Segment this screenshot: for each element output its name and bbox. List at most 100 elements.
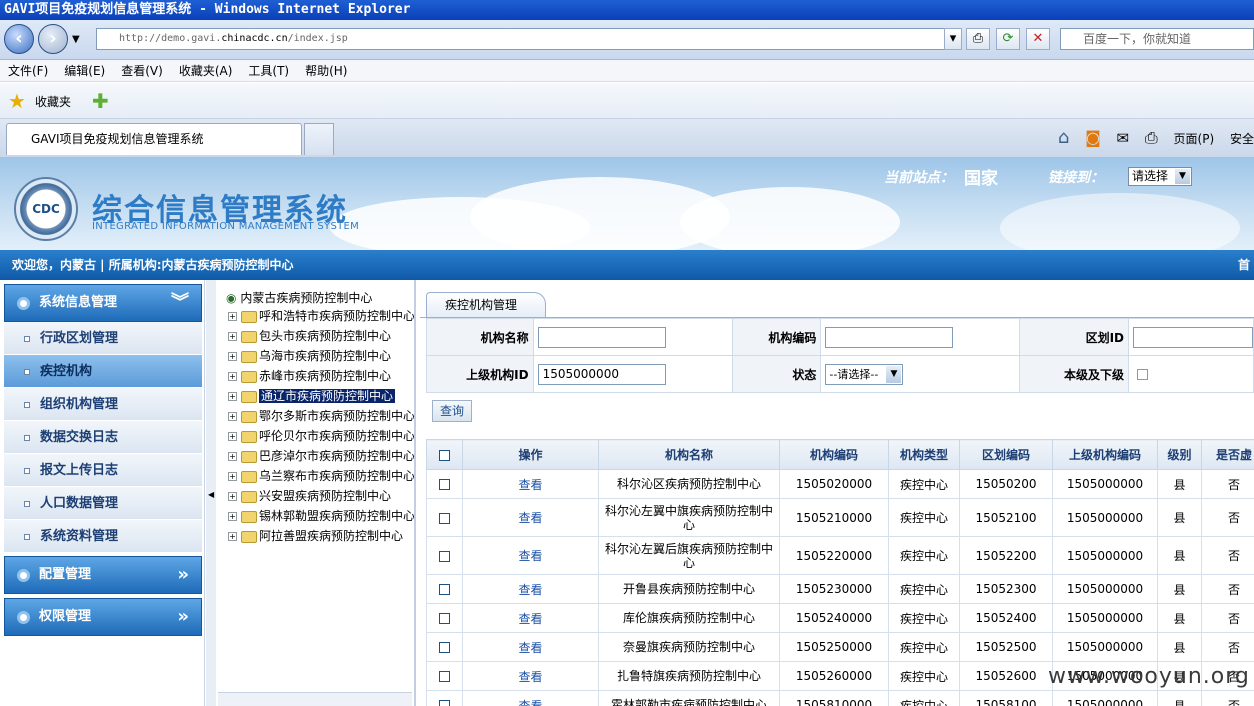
name-label: 机构名称 xyxy=(426,318,534,356)
expand-icon[interactable]: + xyxy=(228,492,237,501)
view-link[interactable]: 查看 xyxy=(518,478,542,492)
region-input[interactable] xyxy=(1133,326,1253,348)
tree-node[interactable]: + 呼和浩特市疾病预防控制中心 xyxy=(228,306,414,326)
system-subtitle: INTEGRATED INFORMATION MANAGEMENT SYSTEM xyxy=(92,221,360,232)
section-system-info[interactable]: 系统信息管理 ︾ xyxy=(4,284,202,322)
new-tab-button[interactable] xyxy=(304,123,334,155)
browser-tab[interactable]: GAVI项目免疫规划信息管理系统 xyxy=(6,123,302,155)
query-button[interactable]: 查询 xyxy=(432,400,472,422)
row-checkbox[interactable] xyxy=(439,550,450,562)
tab-cdc-management[interactable]: 疾控机构管理 xyxy=(426,292,546,318)
row-checkbox[interactable] xyxy=(439,479,450,490)
view-link[interactable]: 查看 xyxy=(518,612,542,626)
menu-file[interactable]: 文件(F) xyxy=(0,60,56,82)
row-checkbox[interactable] xyxy=(439,642,450,653)
cell-level: 县 xyxy=(1157,498,1202,537)
expand-icon[interactable]: + xyxy=(228,452,237,461)
tree-node[interactable]: + 包头市疾病预防控制中心 xyxy=(228,326,391,346)
expand-icon[interactable]: + xyxy=(228,372,237,381)
sidebar-item-region[interactable]: 行政区划管理 xyxy=(4,322,202,355)
row-checkbox[interactable] xyxy=(439,671,450,682)
view-link[interactable]: 查看 xyxy=(518,699,542,706)
back-icon[interactable]: ‹ xyxy=(4,24,34,54)
tree-node[interactable]: + 赤峰市疾病预防控制中心 xyxy=(228,366,391,386)
parent-input[interactable]: 1505000000 xyxy=(537,363,666,385)
sidebar-item-upload-log[interactable]: 报文上传日志 xyxy=(4,454,202,487)
url-dropdown-icon[interactable]: ▾ xyxy=(944,28,962,50)
page-menu[interactable]: 页面(P) xyxy=(1174,130,1215,147)
url-input[interactable]: http://demo.gavi.chinacdc.cn/index.jsp xyxy=(96,28,962,50)
mail-icon[interactable]: ✉ xyxy=(1117,129,1130,147)
refresh-icon[interactable]: ⟳ xyxy=(996,28,1020,50)
rss-icon[interactable]: ◙ xyxy=(1085,128,1101,147)
tree-node[interactable]: + 巴彦淖尔市疾病预防控制中心 xyxy=(228,446,414,466)
section-permission[interactable]: 权限管理» xyxy=(4,598,202,636)
sidebar-item-docs[interactable]: 系统资料管理 xyxy=(4,520,202,553)
add-favorite-icon[interactable]: ✚ xyxy=(92,89,109,113)
favorites-button[interactable]: 收藏夹 xyxy=(35,93,71,110)
welcome-text: 欢迎您，内蒙古 | 所属机构:内蒙古疾病预防控制中心 xyxy=(12,258,294,272)
bullet-icon xyxy=(17,297,30,310)
expand-icon[interactable]: + xyxy=(228,472,237,481)
menu-help[interactable]: 帮助(H) xyxy=(297,60,355,82)
view-link[interactable]: 查看 xyxy=(518,549,542,563)
cell-op: 查看 xyxy=(462,661,599,691)
menu-edit[interactable]: 编辑(E) xyxy=(56,60,113,82)
tree-node-selected[interactable]: + 通辽市疾病预防控制中心 xyxy=(228,386,396,406)
tree-node[interactable]: + 鄂尔多斯市疾病预防控制中心 xyxy=(228,406,414,426)
tree-node[interactable]: + 兴安盟疾病预防控制中心 xyxy=(228,486,391,506)
menu-view[interactable]: 查看(V) xyxy=(113,60,171,82)
row-checkbox[interactable] xyxy=(439,613,450,624)
folder-icon xyxy=(241,390,257,403)
view-link[interactable]: 查看 xyxy=(518,583,542,597)
expand-icon[interactable]: + xyxy=(228,512,237,521)
expand-icon[interactable]: + xyxy=(228,392,237,401)
home-link[interactable]: 首 xyxy=(1238,250,1250,280)
forward-icon[interactable]: › xyxy=(38,24,68,54)
sidebar-item-population[interactable]: 人口数据管理 xyxy=(4,487,202,520)
collapse-arrow-icon[interactable]: ◀ xyxy=(208,490,214,499)
sidebar-item-exchange-log[interactable]: 数据交换日志 xyxy=(4,421,202,454)
view-link[interactable]: 查看 xyxy=(518,670,542,684)
tree-node[interactable]: + 呼伦贝尔市疾病预防控制中心 xyxy=(228,426,414,446)
section-config[interactable]: 配置管理» xyxy=(4,556,202,594)
sub-level-checkbox[interactable] xyxy=(1137,369,1148,380)
tree-node[interactable]: + 锡林郭勒盟疾病预防控制中心 xyxy=(228,506,414,526)
stop-icon[interactable]: ✕ xyxy=(1026,28,1050,50)
panel-splitter[interactable]: ◀ xyxy=(206,280,216,706)
sidebar-item-org[interactable]: 组织机构管理 xyxy=(4,388,202,421)
view-link[interactable]: 查看 xyxy=(518,641,542,655)
cell-code: 1505810000 xyxy=(779,690,889,706)
expand-icon[interactable]: + xyxy=(228,312,237,321)
horizontal-scrollbar[interactable] xyxy=(218,692,412,706)
expand-icon[interactable]: + xyxy=(228,412,237,421)
link-to-select[interactable]: 请选择 ▼ xyxy=(1128,167,1192,186)
expand-icon[interactable]: + xyxy=(228,532,237,541)
select-all-checkbox[interactable] xyxy=(439,449,450,461)
view-link[interactable]: 查看 xyxy=(518,511,542,525)
compat-view-icon[interactable]: ⎙ xyxy=(966,28,990,50)
expand-icon[interactable]: + xyxy=(228,432,237,441)
tree-node[interactable]: + 乌兰察布市疾病预防控制中心 xyxy=(228,466,414,486)
cell-level: 县 xyxy=(1157,574,1202,604)
search-input[interactable]: 百度一下，你就知道 xyxy=(1060,28,1254,50)
tree-node[interactable]: + 乌海市疾病预防控制中心 xyxy=(228,346,391,366)
expand-icon[interactable]: + xyxy=(228,352,237,361)
history-dropdown-icon[interactable]: ▼ xyxy=(72,34,80,45)
code-input[interactable] xyxy=(825,326,954,348)
menu-favorites[interactable]: 收藏夹(A) xyxy=(171,60,241,82)
home-icon[interactable]: ⌂ xyxy=(1058,127,1069,148)
status-select[interactable]: --请选择-- ▼ xyxy=(825,363,904,385)
row-checkbox[interactable] xyxy=(439,512,450,524)
row-checkbox[interactable] xyxy=(439,700,450,706)
safety-menu[interactable]: 安全 xyxy=(1230,130,1254,147)
name-input[interactable] xyxy=(537,326,666,348)
expand-icon[interactable]: + xyxy=(228,332,237,341)
menu-tools[interactable]: 工具(T) xyxy=(240,60,297,82)
sidebar-item-cdc[interactable]: 疾控机构 xyxy=(4,355,202,388)
print-icon[interactable]: ⎙ xyxy=(1145,128,1158,148)
tree-node[interactable]: + 阿拉善盟疾病预防控制中心 xyxy=(228,526,403,546)
tree-root[interactable]: ◉ 内蒙古疾病预防控制中心 xyxy=(226,288,372,308)
table-row: 查看 霍林郭勒市疾病预防控制中心 1505810000 疾控中心 15058100 150… xyxy=(426,690,1254,706)
row-checkbox[interactable] xyxy=(439,584,450,595)
